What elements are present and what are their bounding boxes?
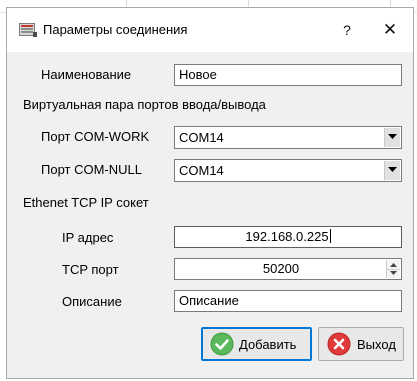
connection-settings-icon [19, 22, 37, 38]
com-work-value: COM14 [179, 130, 224, 145]
chevron-down-icon[interactable] [384, 161, 400, 180]
add-button[interactable]: Добавить [201, 327, 312, 361]
tcp-port-spin-buttons[interactable] [386, 260, 400, 278]
exit-button-label: Выход [357, 337, 396, 352]
com-null-label: Порт COM-NULL [41, 162, 142, 177]
text-caret [329, 229, 331, 243]
close-button[interactable]: ✕ [375, 18, 405, 42]
ip-label: IP адрес [62, 230, 114, 245]
spin-down-icon[interactable] [387, 269, 400, 278]
ethernet-heading: Ethenet TCP IP сокет [23, 195, 149, 210]
close-circle-icon [327, 332, 351, 356]
add-button-label: Добавить [239, 337, 297, 352]
description-label: Описание [62, 294, 122, 309]
title-bar[interactable]: Параметры соединения ? ✕ [7, 8, 413, 52]
chevron-down-icon[interactable] [384, 128, 400, 147]
tcp-port-label: TCP порт [62, 262, 119, 277]
com-work-select[interactable]: COM14 [174, 126, 402, 149]
name-label: Наименование [41, 67, 132, 82]
com-null-select[interactable]: COM14 [174, 159, 402, 182]
exit-button[interactable]: Выход [318, 327, 404, 361]
virtual-pair-heading: Виртуальная пара портов ввода/вывода [23, 97, 266, 112]
tcp-port-value: 50200 [262, 261, 300, 276]
ip-input[interactable]: 192.168.0.225 [174, 226, 402, 248]
com-work-label: Порт COM-WORK [41, 129, 150, 144]
name-input[interactable]: Новое [174, 64, 402, 86]
check-icon [210, 332, 234, 356]
tcp-port-stepper[interactable]: 50200 [174, 258, 402, 280]
ip-value: 192.168.0.225 [245, 229, 329, 244]
help-button[interactable]: ? [332, 18, 362, 42]
dialog-title: Параметры соединения [43, 22, 188, 37]
description-input[interactable]: Описание [174, 290, 402, 312]
connection-settings-dialog: Параметры соединения ? ✕ Наименование Но… [6, 7, 414, 379]
com-null-value: COM14 [179, 163, 224, 178]
